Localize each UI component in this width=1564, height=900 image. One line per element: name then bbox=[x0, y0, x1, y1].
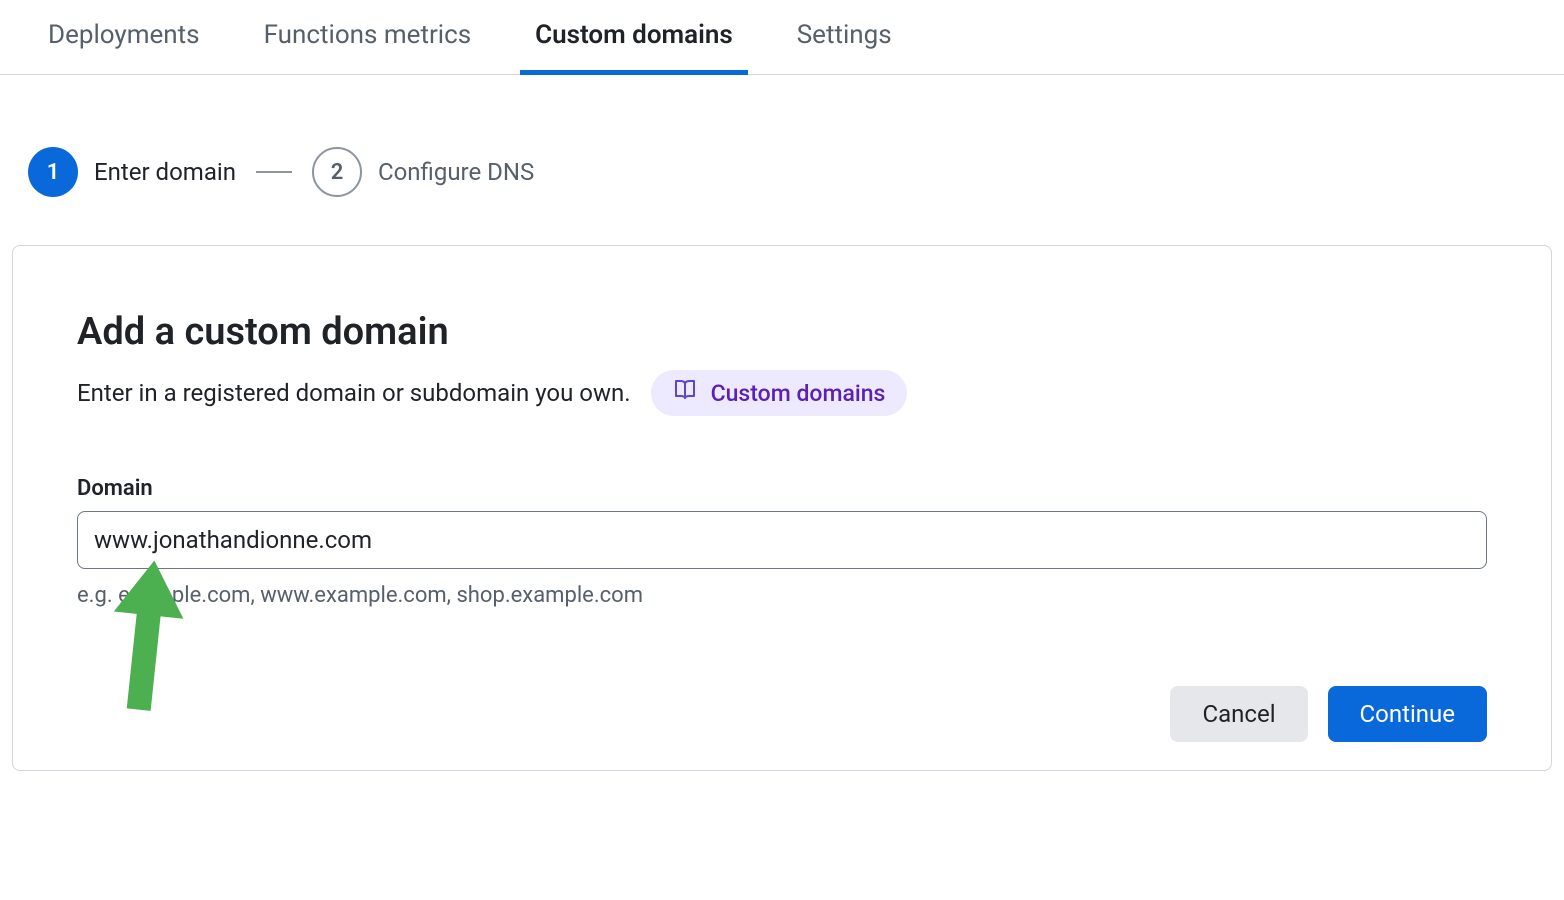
stepper: 1 Enter domain 2 Configure DNS bbox=[0, 75, 1564, 197]
step-label-2: Configure DNS bbox=[378, 158, 534, 186]
card-subtitle: Enter in a registered domain or subdomai… bbox=[77, 379, 631, 407]
domain-label: Domain bbox=[77, 476, 1487, 501]
button-row: Cancel Continue bbox=[77, 686, 1487, 742]
step-circle-2: 2 bbox=[312, 147, 362, 197]
domain-help-text: e.g. example.com, www.example.com, shop.… bbox=[77, 583, 1487, 608]
step-connector bbox=[256, 171, 292, 173]
continue-button[interactable]: Continue bbox=[1328, 686, 1487, 742]
step-enter-domain: 1 Enter domain bbox=[28, 147, 236, 197]
domain-input[interactable] bbox=[77, 511, 1487, 569]
tab-deployments[interactable]: Deployments bbox=[48, 20, 200, 74]
tab-custom-domains[interactable]: Custom domains bbox=[535, 20, 733, 74]
tab-settings[interactable]: Settings bbox=[797, 20, 892, 74]
custom-domains-doc-link[interactable]: Custom domains bbox=[651, 370, 908, 416]
cancel-button[interactable]: Cancel bbox=[1170, 686, 1307, 742]
step-label-1: Enter domain bbox=[94, 158, 236, 186]
step-configure-dns: 2 Configure DNS bbox=[312, 147, 534, 197]
tab-functions-metrics[interactable]: Functions metrics bbox=[264, 20, 472, 74]
card-title: Add a custom domain bbox=[77, 310, 1487, 354]
book-icon bbox=[673, 378, 697, 408]
doc-link-label: Custom domains bbox=[711, 380, 886, 407]
add-domain-card: Add a custom domain Enter in a registere… bbox=[12, 245, 1552, 771]
step-circle-1: 1 bbox=[28, 147, 78, 197]
tabs-nav: Deployments Functions metrics Custom dom… bbox=[0, 0, 1564, 75]
